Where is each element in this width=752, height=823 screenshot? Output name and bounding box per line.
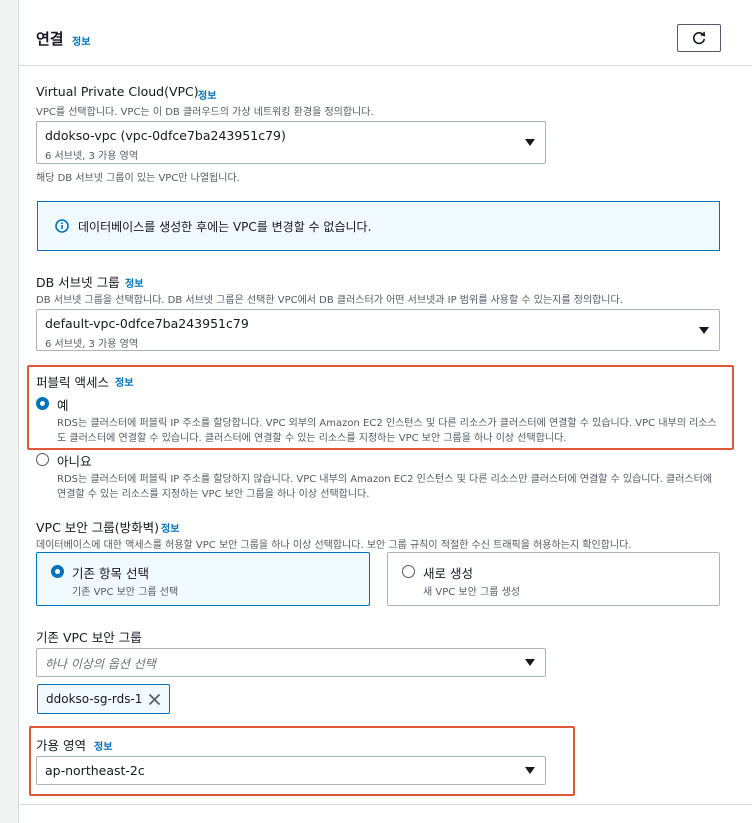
subnet-info-link[interactable]: 정보 — [125, 275, 143, 290]
sg-create-new-radio[interactable] — [402, 565, 415, 578]
sg-create-new-tile[interactable]: 새로 생성 새 VPC 보안 그룹 생성 — [387, 552, 720, 606]
caret-down-icon — [525, 767, 535, 774]
close-icon[interactable] — [148, 693, 161, 706]
az-select[interactable]: ap-northeast-2c — [36, 756, 546, 785]
panel-title: 연결 — [36, 30, 64, 48]
sg-choose-existing-tile[interactable]: 기존 항목 선택 기존 VPC 보안 그룹 선택 — [36, 552, 370, 606]
subnet-select-sub: 6 서브넷, 3 가용 영역 — [45, 339, 139, 350]
section-divider — [19, 804, 752, 805]
existing-sg-placeholder: 하나 이상의 옵션 선택 — [45, 657, 156, 671]
public-access-info-link[interactable]: 정보 — [115, 374, 133, 389]
sg-create-new-sub: 새 VPC 보안 그룹 생성 — [423, 587, 520, 598]
public-access-yes-label[interactable]: 예 — [57, 395, 69, 414]
existing-sg-label: 기존 VPC 보안 그룹 — [36, 630, 142, 645]
caret-down-icon — [525, 139, 535, 146]
public-access-no-desc-2: 연결할 수 있는 리소스를 지정하는 VPC 보안 그룹을 하나 이상 선택합니… — [57, 489, 370, 500]
panel-header: 연결 정보 — [19, 0, 752, 66]
az-select-value: ap-northeast-2c — [45, 763, 145, 778]
public-access-no-label[interactable]: 아니요 — [57, 451, 92, 470]
subnet-select-value: default-vpc-0dfce7ba243951c79 — [45, 316, 249, 331]
public-access-yes-desc: RDS는 클러스터에 퍼블릭 IP 주소를 할당합니다. VPC 외부의 Ama… — [57, 418, 717, 429]
security-group-info-link[interactable]: 정보 — [161, 520, 179, 535]
vpc-alert-text: 데이터베이스를 생성한 후에는 VPC를 변경할 수 없습니다. — [78, 220, 372, 234]
sg-choose-existing-label: 기존 항목 선택 — [72, 566, 149, 581]
vpc-select-sub: 6 서브넷, 3 가용 영역 — [45, 151, 139, 162]
connectivity-panel: 연결 정보 Virtual Private Cloud(VPC) 정보 VPC를… — [18, 0, 752, 823]
sg-token-label: ddokso-sg-rds-1 — [46, 692, 143, 706]
subnet-select[interactable]: default-vpc-0dfce7ba243951c79 6 서브넷, 3 가… — [36, 309, 720, 351]
security-group-description: 데이터베이스에 대한 액세스를 허용할 VPC 보안 그룹을 하나 이상 선택합… — [36, 540, 632, 551]
subnet-label: DB 서브넷 그룹 — [36, 275, 120, 290]
vpc-info-link[interactable]: 정보 — [198, 87, 216, 102]
subnet-description: DB 서브넷 그룹을 선택합니다. DB 서브넷 그룹은 선택한 VPC에서 D… — [36, 295, 623, 306]
vpc-hint: 해당 DB 서브넷 그룹이 있는 VPC만 나열됩니다. — [36, 173, 240, 184]
existing-sg-multiselect[interactable]: 하나 이상의 옵션 선택 — [36, 648, 546, 677]
caret-down-icon — [699, 327, 709, 334]
public-access-label: 퍼블릭 액세스 — [36, 375, 109, 390]
caret-down-icon — [525, 659, 535, 666]
refresh-button[interactable] — [677, 24, 721, 52]
az-info-link[interactable]: 정보 — [94, 738, 112, 753]
vpc-select[interactable]: ddokso-vpc (vpc-0dfce7ba243951c79) 6 서브넷… — [36, 121, 546, 164]
sg-token: ddokso-sg-rds-1 — [37, 684, 170, 714]
info-circle-icon — [55, 219, 69, 233]
vpc-label: Virtual Private Cloud(VPC) — [36, 84, 199, 99]
sg-choose-existing-radio[interactable] — [51, 565, 64, 578]
security-group-label: VPC 보안 그룹(방화벽) — [36, 520, 160, 535]
sg-create-new-label: 새로 생성 — [423, 566, 473, 581]
public-access-no-radio[interactable] — [36, 453, 49, 466]
public-access-no-desc: RDS는 클러스터에 퍼블릭 IP 주소를 할당하지 않습니다. VPC 내부의… — [57, 474, 713, 485]
refresh-icon — [693, 31, 706, 45]
header-info-link[interactable]: 정보 — [72, 33, 90, 48]
vpc-select-value: ddokso-vpc (vpc-0dfce7ba243951c79) — [45, 128, 286, 143]
vpc-alert: 데이터베이스를 생성한 후에는 VPC를 변경할 수 없습니다. — [37, 201, 720, 251]
vpc-description: VPC를 선택합니다. VPC는 이 DB 클러우드의 가상 네트워킹 환경을 … — [36, 107, 374, 118]
sg-choose-existing-sub: 기존 VPC 보안 그룹 선택 — [72, 587, 179, 598]
az-label: 가용 영역 — [36, 738, 86, 753]
public-access-yes-radio[interactable] — [36, 397, 49, 410]
public-access-yes-desc-2: 도 클러스터에 연결할 수 있습니다. 클러스터에 연결할 수 있는 리소스를 … — [57, 433, 567, 444]
